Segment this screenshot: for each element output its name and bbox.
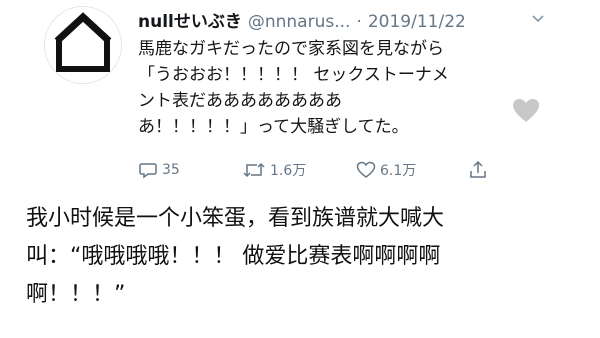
retweet-button[interactable]: 1.6万 <box>242 158 306 182</box>
reply-button[interactable]: 35 <box>138 158 180 182</box>
share-button[interactable] <box>468 158 492 182</box>
reply-icon <box>139 163 157 179</box>
caption-text: 我小时候是一个小笨蛋，看到族谱就大喊大 叫：“哦哦哦哦！！！ 做爱比赛表啊啊啊啊… <box>26 206 445 307</box>
like-button[interactable]: 6.1万 <box>356 158 416 182</box>
tweet-card[interactable]: nullせいぶき @nnnarus... · 2019/11/22 馬鹿なガキだったの… <box>0 0 600 198</box>
separator-dot: · <box>356 12 362 32</box>
heart-icon <box>356 161 376 178</box>
retweet-icon <box>243 162 265 178</box>
share-icon <box>470 160 486 178</box>
user-handle[interactable]: @nnnarus... <box>248 12 351 32</box>
retweet-count: 1.6万 <box>270 163 307 179</box>
reply-count: 35 <box>162 162 180 178</box>
tweet-header: nullせいぶき @nnnarus... · 2019/11/22 <box>138 8 592 36</box>
floating-heart-icon <box>513 99 539 122</box>
avatar[interactable] <box>44 6 122 84</box>
display-name[interactable]: nullせいぶき <box>138 12 242 32</box>
tweet-actions: 35 1.6万 6.1万 <box>138 158 518 182</box>
tweet-date[interactable]: 2019/11/22 <box>368 12 466 32</box>
like-count: 6.1万 <box>380 163 417 179</box>
tweet-text: 馬鹿なガキだったので家系図を見ながら 「うおおお！！！！！ セックストーナメ ン… <box>138 39 449 137</box>
chevron-down-icon[interactable] <box>530 10 546 26</box>
house-outline-avatar-icon <box>54 12 112 72</box>
